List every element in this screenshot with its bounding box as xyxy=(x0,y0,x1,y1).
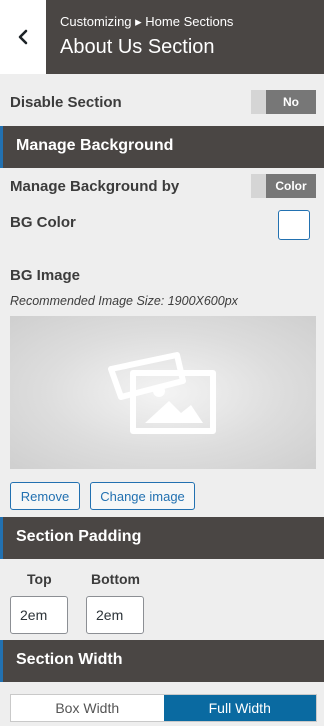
padding-bottom-label: Bottom xyxy=(91,571,140,587)
bg-color-swatch[interactable] xyxy=(278,210,310,240)
padding-bottom-input[interactable]: 2em xyxy=(86,596,144,634)
full-width-option[interactable]: Full Width xyxy=(163,695,316,721)
chevron-left-icon xyxy=(18,29,28,45)
remove-image-button[interactable]: Remove xyxy=(10,482,80,510)
toggle-off-area xyxy=(251,174,266,198)
toggle-off-area xyxy=(251,90,266,114)
bg-image-preview[interactable] xyxy=(10,316,316,469)
bg-color-label: BG Color xyxy=(10,214,76,231)
toggle-value: Color xyxy=(266,174,316,198)
section-title: Manage Background xyxy=(16,137,174,154)
manage-background-header: Manage Background xyxy=(0,126,324,168)
disable-section-label: Disable Section xyxy=(10,94,122,111)
breadcrumb: Customizing ▸ Home Sections xyxy=(60,14,234,29)
section-padding-header: Section Padding xyxy=(0,517,324,559)
manage-background-by-label: Manage Background by xyxy=(10,178,180,195)
box-width-option[interactable]: Box Width xyxy=(11,695,164,721)
disable-section-toggle[interactable]: No xyxy=(251,90,316,114)
section-title: Section Width xyxy=(16,651,123,668)
section-accent-bar xyxy=(0,640,3,682)
page-title: About Us Section xyxy=(60,36,215,58)
image-placeholder-icon xyxy=(108,351,216,434)
customizer-header: Customizing ▸ Home Sections About Us Sec… xyxy=(0,0,324,74)
toggle-value: No xyxy=(266,90,316,114)
background-type-toggle[interactable]: Color xyxy=(251,174,316,198)
section-accent-bar xyxy=(0,126,3,168)
padding-top-input[interactable]: 2em xyxy=(10,596,68,634)
section-width-selector: Box Width Full Width xyxy=(10,694,317,722)
back-button[interactable] xyxy=(0,0,46,74)
bg-image-label: BG Image xyxy=(10,267,81,284)
padding-top-label: Top xyxy=(27,571,52,587)
section-accent-bar xyxy=(0,517,3,559)
section-title: Section Padding xyxy=(16,528,142,545)
change-image-button[interactable]: Change image xyxy=(90,482,195,510)
section-width-header: Section Width xyxy=(0,640,324,682)
recommended-size-hint: Recommended Image Size: 1900X600px xyxy=(10,294,238,308)
